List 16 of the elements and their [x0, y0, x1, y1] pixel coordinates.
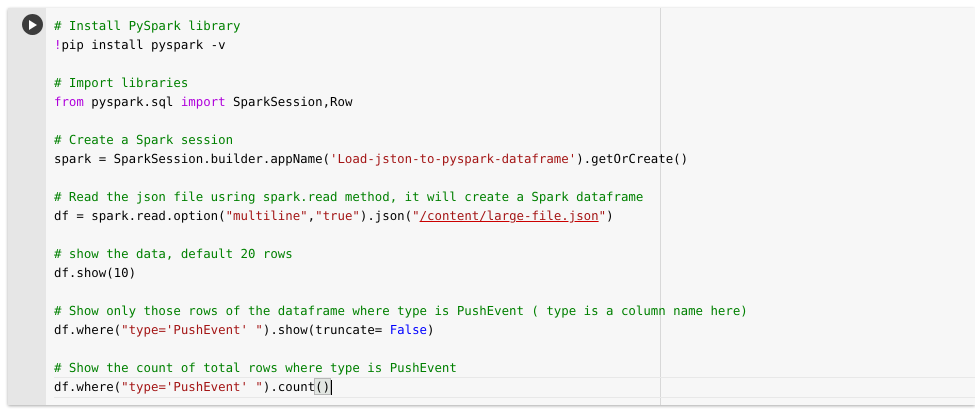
code-line: df.show(10): [54, 264, 138, 282]
code-line: # Create a Spark session: [54, 131, 234, 149]
code-line: df.where("type='PushEvent' ").count(): [54, 377, 975, 398]
code-line: df.where("type='PushEvent' ").show(truncate= False): [54, 321, 436, 339]
code-line: # Show the count of total rows where type is PushEvent: [54, 359, 458, 377]
code-line: # Install PySpark library: [54, 17, 242, 35]
play-icon: [29, 20, 37, 30]
run-button[interactable]: [22, 14, 42, 35]
code-line: df = spark.read.option("multiline","true").json("/content/large-file.json"): [54, 207, 615, 225]
code-line: from pyspark.sql import SparkSession,Row: [54, 93, 354, 111]
code-line: # Show only those rows of the dataframe where type is PushEvent ( type is a column name here): [54, 302, 749, 320]
code-line: spark = SparkSession.builder.appName('Load-jston-to-pyspark-dataframe').getOrCreate(): [54, 150, 690, 168]
code-line: # Import libraries: [54, 74, 190, 92]
code-line: # Read the json file usring spark.read method, it will create a Spark dataframe: [54, 188, 644, 206]
code-line: # show the data, default 20 rows: [54, 245, 294, 263]
code-line: !pip install pyspark -v: [54, 36, 227, 54]
